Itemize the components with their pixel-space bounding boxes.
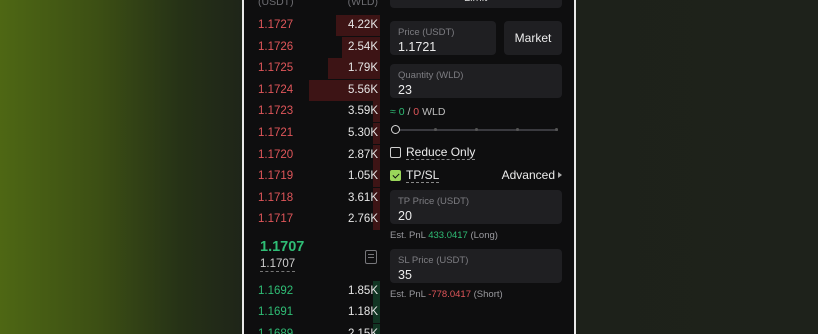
- book-icon[interactable]: [365, 250, 377, 264]
- sl-est-label: Est. PnL: [390, 289, 426, 300]
- bid-price: 1.1689: [258, 327, 294, 334]
- price-value[interactable]: 1.1721: [398, 40, 436, 54]
- ask-quantity: 1.05K: [347, 170, 378, 183]
- ask-quantity: 3.61K: [347, 191, 378, 204]
- tpsl-label[interactable]: TP/SL: [406, 168, 440, 183]
- ask-price: 1.1718: [258, 191, 294, 204]
- ask-quantity: 2.87K: [347, 148, 378, 161]
- qty-unit-header: (WLD): [347, 0, 378, 8]
- ask-row[interactable]: 1.1727 4.22K: [244, 15, 380, 36]
- ask-quantity: 3.59K: [347, 105, 378, 118]
- ask-quantity: 5.56K: [347, 83, 378, 96]
- reduce-only-checkbox[interactable]: [390, 147, 401, 158]
- ask-row[interactable]: 1.1723 3.59K: [244, 101, 380, 123]
- market-button[interactable]: Market: [504, 21, 562, 55]
- ask-row[interactable]: 1.1717 2.76K: [244, 209, 380, 231]
- bid-quantity: 1.85K: [347, 285, 378, 297]
- ask-row[interactable]: 1.1721 5.30K: [244, 123, 380, 144]
- ask-price: 1.1720: [258, 148, 294, 161]
- trading-panel: (USDT) (WLD) 1.1727 4.22K 1.1726 2.54K 1.172…: [242, 0, 576, 334]
- sl-price-value[interactable]: 35: [398, 268, 412, 282]
- slider-tick[interactable]: [475, 128, 478, 131]
- tp-est-pnl: Est. PnL 433.0417 (Long): [390, 230, 498, 241]
- slider-tick[interactable]: [516, 128, 519, 131]
- ask-quantity: 2.54K: [347, 40, 378, 53]
- tpsl-checkbox[interactable]: [390, 170, 401, 181]
- ask-row[interactable]: 1.1726 2.54K: [244, 36, 380, 58]
- ask-price: 1.1726: [258, 40, 294, 53]
- approx-symbol: ≈: [390, 106, 396, 118]
- ask-row[interactable]: 1.1719 1.05K: [244, 166, 380, 188]
- advanced-link[interactable]: Advanced: [502, 168, 562, 182]
- price-label: Price (USDT): [398, 27, 455, 38]
- ask-quantity: 4.22K: [347, 19, 378, 31]
- sl-price-field[interactable]: SL Price (USDT) 35: [390, 249, 562, 283]
- sl-est-side: (Short): [473, 289, 503, 300]
- ask-price: 1.1725: [258, 62, 294, 75]
- order-form: Limit Price (USDT) 1.1721 Market Quantit…: [390, 0, 562, 334]
- tp-price-label: TP Price (USDT): [398, 196, 470, 207]
- available-amount: ≈ 0 / 0 WLD: [390, 106, 445, 118]
- quantity-label: Quantity (WLD): [398, 70, 464, 81]
- quantity-value[interactable]: 23: [398, 83, 412, 97]
- ask-price: 1.1727: [258, 19, 294, 31]
- ask-price: 1.1717: [258, 213, 294, 226]
- bid-price: 1.1692: [258, 285, 294, 297]
- sl-price-label: SL Price (USDT): [398, 255, 469, 266]
- ask-row[interactable]: 1.1725 1.79K: [244, 58, 380, 80]
- available-sep: /: [407, 106, 411, 118]
- caret-right-icon: [558, 172, 562, 178]
- bid-price: 1.1691: [258, 306, 294, 319]
- bid-row[interactable]: 1.1689 2.15K: [244, 323, 380, 334]
- bid-row[interactable]: 1.1691 1.18K: [244, 302, 380, 324]
- slider-tick[interactable]: [555, 128, 558, 131]
- ask-quantity: 2.76K: [347, 213, 378, 226]
- order-book-header: (USDT) (WLD): [258, 0, 380, 10]
- quantity-field[interactable]: Quantity (WLD) 23: [390, 64, 562, 98]
- available-a: 0: [398, 106, 405, 118]
- mark-price[interactable]: 1.1707: [260, 258, 296, 272]
- tp-est-side: (Long): [470, 230, 498, 241]
- order-type-select[interactable]: Limit: [390, 0, 562, 8]
- available-unit: WLD: [422, 106, 446, 118]
- tp-price-value[interactable]: 20: [398, 209, 412, 223]
- ask-row[interactable]: 1.1718 3.61K: [244, 187, 380, 209]
- sl-est-value: -778.0417: [428, 289, 471, 300]
- ask-price: 1.1724: [258, 83, 294, 96]
- ask-row[interactable]: 1.1724 5.56K: [244, 79, 380, 101]
- tp-est-value: 433.0417: [428, 230, 468, 241]
- available-b: 0: [413, 106, 420, 118]
- reduce-only-label[interactable]: Reduce Only: [406, 145, 476, 160]
- order-book: (USDT) (WLD) 1.1727 4.22K 1.1726 2.54K 1.172…: [244, 0, 380, 334]
- ask-price: 1.1723: [258, 105, 294, 118]
- ask-quantity: 5.30K: [347, 127, 378, 139]
- price-field[interactable]: Price (USDT) 1.1721: [390, 21, 496, 55]
- ask-row[interactable]: 1.1720 2.87K: [244, 144, 380, 166]
- ask-quantity: 1.79K: [347, 62, 378, 75]
- bid-quantity: 1.18K: [347, 306, 378, 319]
- sl-est-pnl: Est. PnL -778.0417 (Short): [390, 289, 503, 300]
- ask-price: 1.1721: [258, 127, 294, 139]
- bid-row[interactable]: 1.1692 1.85K: [244, 281, 380, 302]
- bid-quantity: 2.15K: [347, 327, 378, 334]
- ask-price: 1.1719: [258, 170, 294, 183]
- quantity-slider[interactable]: [391, 125, 558, 134]
- tp-est-label: Est. PnL: [390, 230, 426, 241]
- price-unit-header: (USDT): [258, 0, 294, 8]
- slider-tick[interactable]: [434, 128, 437, 131]
- order-type-value: Limit: [464, 0, 487, 4]
- last-price: 1.1707: [260, 239, 305, 255]
- slider-handle[interactable]: [391, 125, 400, 134]
- tp-price-field[interactable]: TP Price (USDT) 20: [390, 190, 562, 224]
- advanced-label: Advanced: [501, 168, 555, 182]
